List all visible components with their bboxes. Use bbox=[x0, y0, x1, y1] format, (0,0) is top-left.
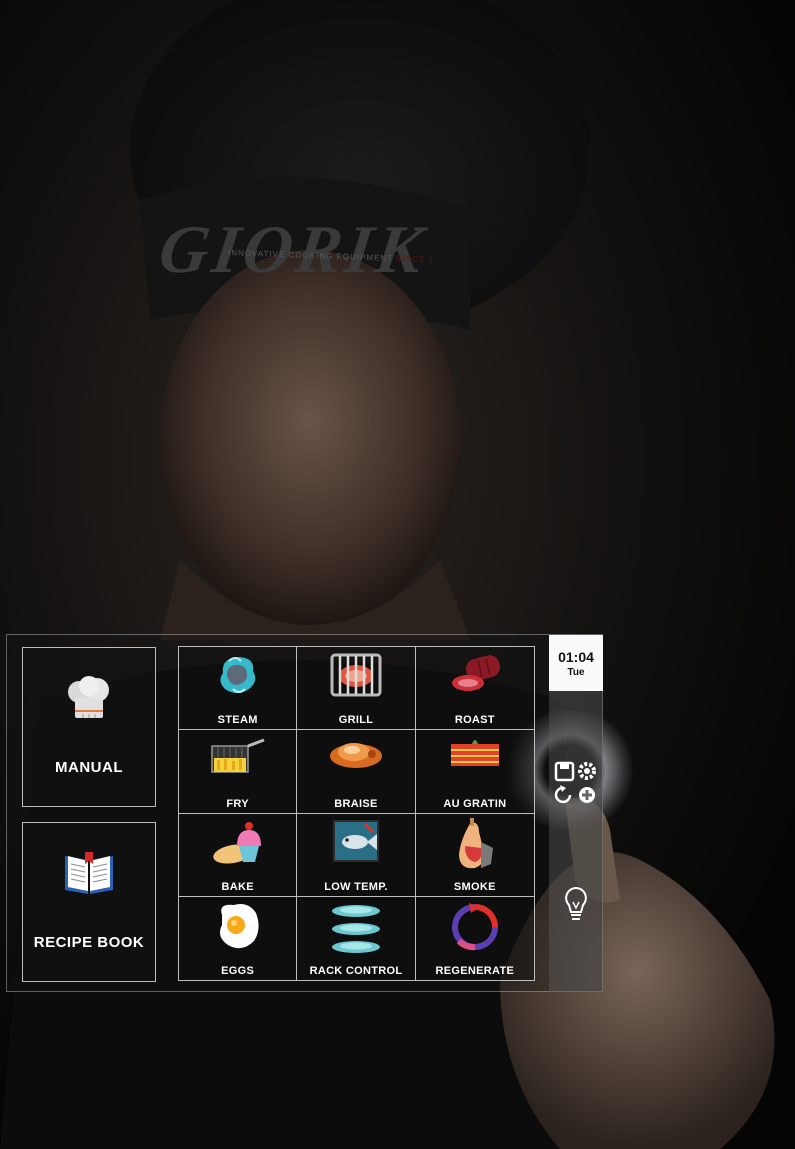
mode-au-gratin[interactable]: AU GRATIN bbox=[415, 730, 534, 814]
steam-icon bbox=[220, 657, 255, 693]
mode-regenerate[interactable]: REGENERATE bbox=[416, 897, 534, 980]
mode-fry[interactable]: FRY bbox=[179, 730, 298, 814]
settings-icon[interactable] bbox=[578, 762, 596, 780]
mode-label: FRY bbox=[226, 797, 249, 810]
rack-icon bbox=[331, 904, 380, 953]
manual-button[interactable]: MANUAL bbox=[22, 647, 156, 807]
smoke-ham-icon bbox=[458, 817, 493, 868]
egg-icon bbox=[219, 903, 259, 948]
au-gratin-icon bbox=[450, 740, 499, 767]
clock-day: Tue bbox=[567, 666, 585, 678]
mode-steam[interactable]: STEAM bbox=[179, 647, 298, 731]
mode-grill[interactable]: GRILL bbox=[297, 647, 416, 731]
grill-icon bbox=[330, 653, 382, 697]
mode-eggs[interactable]: EGGS bbox=[179, 896, 298, 980]
brand-since-text: SINCE 1 bbox=[395, 254, 435, 265]
mode-label: GRILL bbox=[338, 714, 374, 727]
reset-icon[interactable] bbox=[554, 785, 572, 804]
mode-label: ROAST bbox=[454, 714, 495, 727]
fry-basket-icon bbox=[210, 738, 265, 773]
mode-label: STEAM bbox=[217, 714, 258, 727]
mode-rack-control[interactable]: RACK CONTROL bbox=[297, 896, 416, 980]
brand-logo: GIORIK bbox=[154, 211, 432, 287]
control-panel: MANUAL RECIPE BOOK STEAM GRILL ROAST FRY… bbox=[6, 634, 603, 992]
mode-label: RACK CONTROL bbox=[309, 965, 403, 977]
recipe-book-button[interactable]: RECIPE BOOK bbox=[22, 822, 156, 982]
clock-widget: 01:04 Tue bbox=[549, 635, 603, 691]
manual-label: MANUAL bbox=[55, 759, 123, 776]
mode-label: EGGS bbox=[221, 965, 255, 977]
fish-icon bbox=[332, 819, 379, 862]
mode-label: AU GRATIN bbox=[443, 797, 507, 810]
roast-icon bbox=[451, 655, 500, 691]
mode-bake[interactable]: BAKE bbox=[179, 813, 298, 897]
chef-hat-icon bbox=[68, 676, 109, 718]
mode-label: LOW TEMP. bbox=[324, 880, 388, 893]
braise-icon bbox=[329, 743, 382, 769]
bake-icon bbox=[212, 821, 261, 864]
mode-roast[interactable]: ROAST bbox=[415, 647, 534, 731]
regenerate-icon bbox=[451, 902, 498, 950]
add-icon[interactable] bbox=[579, 787, 595, 803]
rail-tools-group bbox=[554, 761, 596, 804]
save-icon[interactable] bbox=[554, 761, 575, 782]
mode-label: BAKE bbox=[221, 880, 254, 893]
mode-label: REGENERATE bbox=[435, 965, 515, 977]
mode-label: SMOKE bbox=[453, 880, 496, 893]
mode-braise[interactable]: BRAISE bbox=[297, 730, 416, 814]
mode-smoke[interactable]: SMOKE bbox=[415, 814, 534, 897]
open-book-icon bbox=[65, 852, 113, 894]
mode-label: BRAISE bbox=[334, 797, 378, 810]
cooking-modes-grid: STEAM GRILL ROAST FRY BRAISE AU GRATIN B… bbox=[178, 646, 535, 981]
recipe-book-label: RECIPE BOOK bbox=[33, 934, 145, 951]
clock-time: 01:04 bbox=[558, 648, 594, 665]
lightbulb-icon[interactable] bbox=[563, 886, 589, 922]
mode-low-temp[interactable]: LOW TEMP. bbox=[297, 813, 416, 897]
